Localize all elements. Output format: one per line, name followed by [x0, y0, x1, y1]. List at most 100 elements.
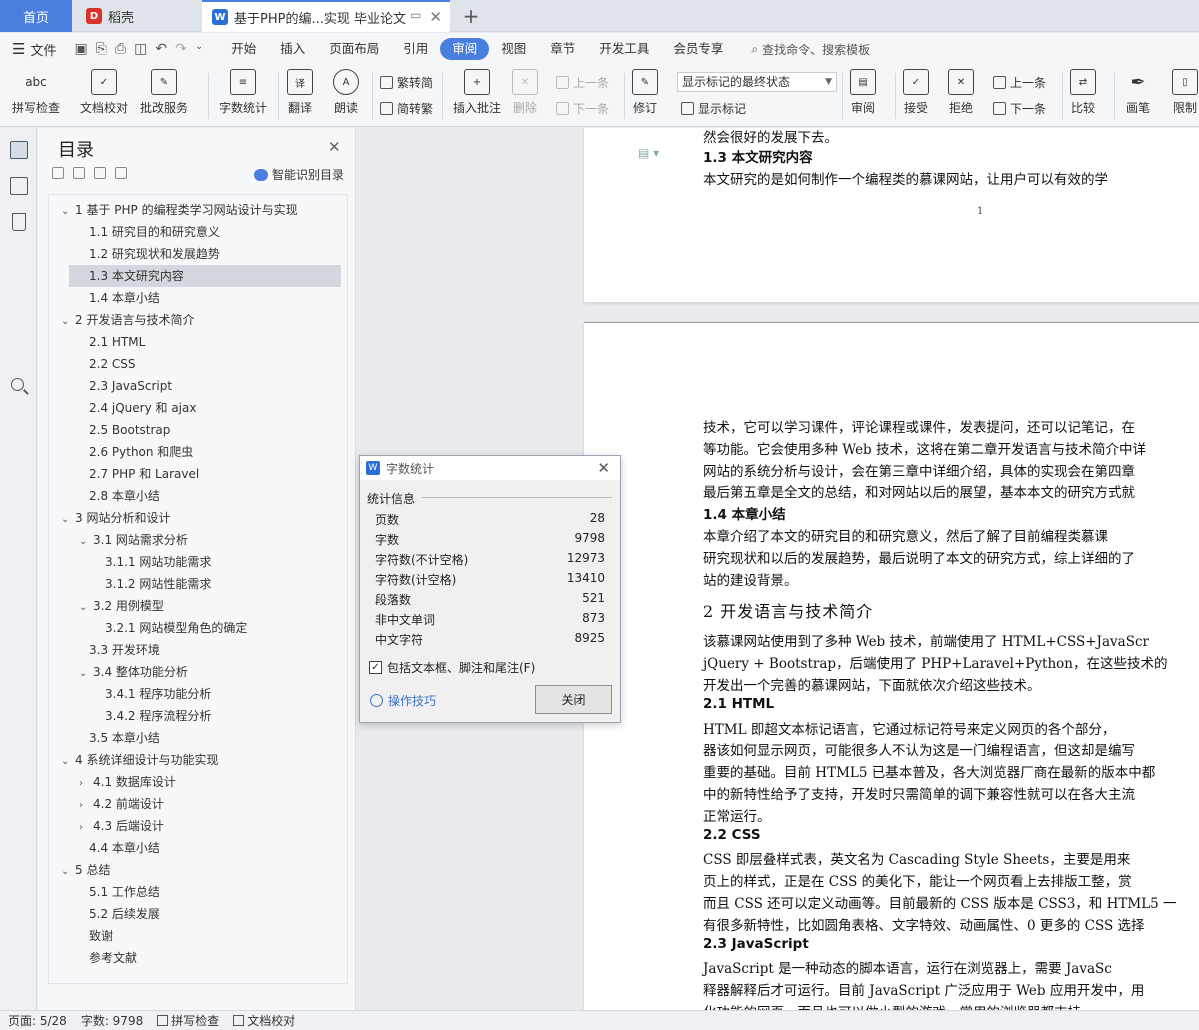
compare-button[interactable]: ⇄ 比较 — [1070, 69, 1096, 116]
toc-item[interactable]: 3.2.1 网站模型角色的确定 — [105, 617, 247, 639]
next-comment-button[interactable]: 下一条 — [556, 100, 609, 117]
toc-item[interactable]: ⌄ 5 总结 — [61, 859, 110, 881]
save-icon[interactable]: ▣ — [74, 41, 87, 57]
toc-item[interactable]: ⌄ 3.2 用例模型 — [79, 595, 164, 617]
tab-close-icon[interactable]: ✕ — [429, 8, 442, 26]
chevron-down-icon[interactable]: ⌄ — [61, 311, 75, 333]
restrict-button[interactable]: ▯ 限制 — [1172, 69, 1198, 116]
page-indicator[interactable]: 页面: 5/28 — [8, 1012, 67, 1029]
command-search[interactable]: ⌕ 查找命令、搜索模板 — [751, 41, 870, 58]
tab-pin-icon[interactable]: ▭ — [410, 8, 421, 26]
chevron-down-icon[interactable]: ⌄ — [61, 751, 75, 773]
toc-item[interactable]: › 4.2 前端设计 — [79, 793, 164, 815]
tips-link[interactable]: 操作技巧 — [370, 692, 436, 709]
toc-item[interactable]: 3.3 开发环境 — [89, 639, 160, 661]
toc-item[interactable]: 2.8 本章小结 — [89, 485, 160, 507]
chapter-nav-icon[interactable] — [10, 177, 28, 195]
toc-item[interactable]: 3.1.1 网站功能需求 — [105, 551, 211, 573]
export-icon[interactable]: ⎘ — [96, 41, 107, 57]
toc-item[interactable]: ⌄ 3 网站分析和设计 — [61, 507, 170, 529]
chevron-down-icon[interactable]: ⌄ — [61, 861, 75, 883]
toc-item[interactable]: ⌄ 3.4 整体功能分析 — [79, 661, 188, 683]
tab-6[interactable]: 章节 — [538, 38, 587, 60]
toc-item[interactable]: 2.6 Python 和爬虫 — [89, 441, 193, 463]
accept-button[interactable]: ✓ 接受 — [903, 69, 929, 116]
prev-revision-button[interactable]: 上一条 — [993, 74, 1046, 91]
paragraph-menu-icon[interactable]: ▤ ▾ — [638, 146, 659, 160]
tab-3[interactable]: 引用 — [391, 38, 440, 60]
toc-item[interactable]: 1.3 本文研究内容 — [69, 265, 341, 287]
toc-item[interactable]: 1.1 研究目的和研究意义 — [89, 221, 220, 243]
tab-5[interactable]: 视图 — [489, 38, 538, 60]
include-footnotes-checkbox[interactable]: ✓ 包括文本框、脚注和尾注(F) — [369, 659, 535, 676]
toc-item[interactable]: 2.3 JavaScript — [89, 375, 172, 397]
file-menu[interactable]: ☰ 文件 — [12, 40, 56, 59]
redo-icon[interactable]: ↷ — [175, 41, 187, 57]
chevron-right-icon[interactable]: › — [79, 795, 93, 817]
chevron-down-icon[interactable]: ⌄ — [79, 597, 93, 619]
remove-level-icon[interactable] — [115, 167, 127, 179]
tab-4[interactable]: 审阅 — [440, 38, 490, 60]
preview-icon[interactable]: ◫ — [134, 41, 147, 57]
simplified-to-traditional-button[interactable]: 简转繁 — [380, 100, 433, 117]
batch-service-button[interactable]: ✎ 批改服务 — [140, 69, 188, 116]
toc-item[interactable]: ⌄ 1 基于 PHP 的编程类学习网站设计与实现 — [61, 199, 298, 221]
toc-item[interactable]: › 4.1 数据库设计 — [79, 771, 176, 793]
expand-icon[interactable] — [73, 167, 85, 179]
reject-button[interactable]: ✕ 拒绝 — [948, 69, 974, 116]
close-icon[interactable]: ✕ — [597, 459, 610, 477]
markup-state-select[interactable]: 显示标记的最终状态 ▼ — [677, 72, 837, 92]
toc-item[interactable]: 3.5 本章小结 — [89, 727, 160, 749]
tab-8[interactable]: 会员专享 — [661, 38, 735, 60]
next-revision-button[interactable]: 下一条 — [993, 100, 1046, 117]
toc-item[interactable]: 2.2 CSS — [89, 353, 136, 375]
search-icon[interactable] — [11, 378, 24, 391]
smart-toc-button[interactable]: 智能识别目录 — [254, 166, 344, 183]
tab-daoke[interactable]: D 稻壳 — [74, 0, 198, 32]
insert-comment-button[interactable]: + 插入批注 — [453, 69, 501, 116]
toc-item[interactable]: 5.1 工作总结 — [89, 881, 160, 903]
doc-check-button[interactable]: ✓ 文档校对 — [80, 69, 128, 116]
toc-item[interactable]: ⌄ 2 开发语言与技术简介 — [61, 309, 194, 331]
tab-2[interactable]: 页面布局 — [317, 38, 391, 60]
toc-item[interactable]: 2.4 jQuery 和 ajax — [89, 397, 196, 419]
toc-item[interactable]: 4.4 本章小结 — [89, 837, 160, 859]
toc-item[interactable]: › 4.3 后端设计 — [79, 815, 164, 837]
toc-item[interactable]: 2.5 Bootstrap — [89, 419, 170, 441]
toc-item[interactable]: 5.2 后续发展 — [89, 903, 160, 925]
toc-item[interactable]: 参考文献 — [89, 947, 137, 969]
toc-item[interactable]: 2.1 HTML — [89, 331, 145, 353]
traditional-to-simplified-button[interactable]: 繁转简 — [380, 74, 433, 91]
read-aloud-button[interactable]: A 朗读 — [333, 69, 359, 116]
chevron-down-icon[interactable]: ⌄ — [79, 531, 93, 553]
dialog-titlebar[interactable]: W 字数统计 — [360, 456, 620, 480]
tab-1[interactable]: 插入 — [268, 38, 317, 60]
toc-item[interactable]: 致谢 — [89, 925, 113, 947]
toc-item[interactable]: ⌄ 3.1 网站需求分析 — [79, 529, 188, 551]
toc-item[interactable]: 3.4.2 程序流程分析 — [105, 705, 211, 727]
proofread-toggle[interactable]: 文档校对 — [233, 1012, 295, 1029]
undo-icon[interactable]: ↶ — [155, 41, 167, 57]
spell-check-toggle[interactable]: 拼写检查 — [157, 1012, 219, 1029]
spell-check-button[interactable]: abc 拼写检查 — [12, 69, 60, 116]
document-page[interactable]: ▤ ▾ 1 然会很好的发展下去。 1.3 本文研究内容 本文研究的是如何制作一个编… — [584, 128, 1199, 302]
tab-home[interactable]: 首页 — [0, 0, 72, 32]
add-level-icon[interactable] — [94, 167, 106, 179]
chevron-right-icon[interactable]: › — [79, 817, 93, 839]
chevron-down-icon[interactable]: ⌄ — [61, 201, 75, 223]
tab-document[interactable]: W 基于PHP的编...实现 毕业论文 ▭ ✕ — [202, 0, 450, 32]
pen-button[interactable]: ✒ 画笔 — [1125, 69, 1151, 116]
toc-item[interactable]: ⌄ 4 系统详细设计与功能实现 — [61, 749, 218, 771]
show-markup-button[interactable]: 显示标记 — [681, 100, 746, 117]
delete-comment-button[interactable]: ✕ 删除 — [512, 69, 538, 116]
bookmark-icon[interactable] — [12, 213, 26, 231]
translate-button[interactable]: 译翻译 — [287, 69, 313, 116]
document-page[interactable]: 技术，它可以学习课件，评论课程或课件，发表提问，还可以记笔记，在 等功能。它会使用… — [584, 322, 1199, 1010]
toc-panel-icon[interactable] — [10, 141, 28, 159]
chevron-down-icon[interactable]: ⌄ — [61, 509, 75, 531]
toc-item[interactable]: 1.2 研究现状和发展趋势 — [89, 243, 220, 265]
review-pane-button[interactable]: ▤ 审阅 — [850, 69, 876, 116]
more-icon[interactable]: ⌄ — [195, 41, 203, 57]
tab-0[interactable]: 开始 — [219, 38, 268, 60]
chevron-right-icon[interactable]: › — [79, 773, 93, 795]
